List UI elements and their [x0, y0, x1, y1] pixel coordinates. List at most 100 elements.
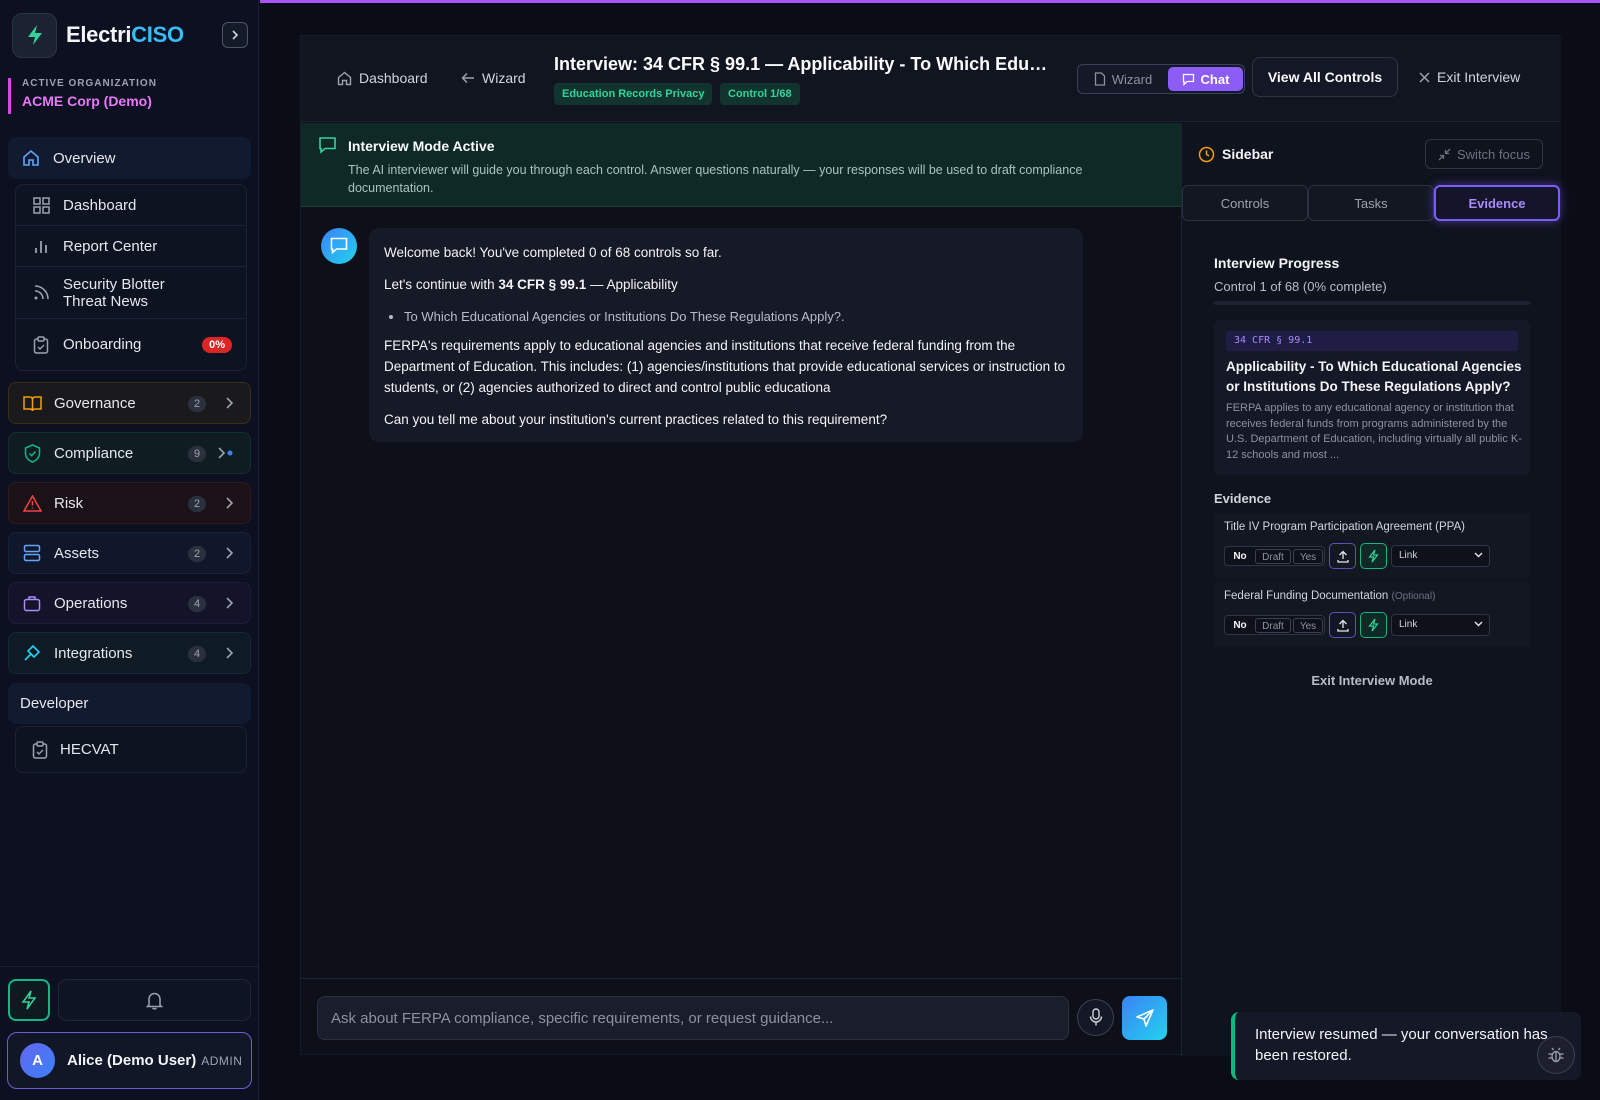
exit-interview-label: Exit Interview [1437, 69, 1521, 85]
status-yes-option[interactable]: Yes [1293, 549, 1323, 564]
sidebar-divider [0, 966, 259, 967]
notifications-button[interactable] [58, 979, 251, 1021]
page-title: Interview: 34 CFR § 99.1 — Applicability… [554, 54, 1054, 74]
assistant-avatar [321, 228, 357, 264]
banner-text: The AI interviewer will guide you throug… [348, 163, 1083, 195]
link-select-value: Link [1399, 619, 1418, 630]
book-icon [22, 393, 42, 413]
continue-control-code: 34 CFR § 99.1 [498, 277, 587, 292]
chat-input[interactable] [317, 996, 1069, 1040]
nav-security-blotter[interactable]: Security Blotter Threat News [16, 267, 246, 319]
nav-integrations[interactable]: Integrations 4 [8, 632, 251, 674]
user-name: Alice (Demo User) [67, 1052, 197, 1069]
microphone-icon [1089, 1008, 1102, 1026]
bug-icon [1548, 1047, 1564, 1063]
active-organization[interactable]: ACTIVE ORGANIZATION ACME Corp (Demo) [8, 78, 248, 114]
view-all-controls-button[interactable]: View All Controls [1252, 57, 1398, 97]
bolt-icon [1368, 618, 1379, 632]
nav-assets[interactable]: Assets 2 [8, 532, 251, 574]
upload-button[interactable] [1329, 543, 1356, 569]
nav-risk-label: Risk [54, 494, 84, 512]
switch-focus-button[interactable]: Switch focus [1425, 139, 1543, 169]
exit-interview-button[interactable]: Exit Interview [1419, 69, 1520, 85]
tab-evidence[interactable]: Evidence [1434, 185, 1560, 221]
dashboard-link-label: Dashboard [359, 70, 428, 86]
progress-subtitle: Control 1 of 68 (0% complete) [1214, 279, 1387, 294]
overview-submenu: Dashboard Report Center Security Blotter… [15, 184, 247, 371]
message-body: FERPA's requirements apply to educationa… [384, 338, 1066, 395]
wizard-back-link[interactable]: Wizard [461, 70, 526, 86]
dashboard-link[interactable]: Dashboard [337, 70, 428, 86]
status-draft-option[interactable]: Draft [1255, 618, 1291, 633]
message-bullet: To Which Educational Agencies or Institu… [404, 306, 1068, 327]
evidence-name: Federal Funding Documentation (Optional) [1224, 590, 1435, 602]
nav-overview[interactable]: Overview [8, 137, 251, 179]
progress-title: Interview Progress [1214, 255, 1340, 271]
send-button[interactable] [1122, 996, 1167, 1040]
exit-interview-mode-button[interactable]: Exit Interview Mode [1214, 673, 1530, 688]
mode-wizard-label: Wizard [1111, 71, 1153, 87]
tab-tasks[interactable]: Tasks [1308, 185, 1434, 221]
brand: ElectriCISO [12, 12, 248, 58]
evidence-optional-label: (Optional) [1391, 591, 1436, 602]
composer-divider [301, 978, 1181, 979]
brand-name-accent: CISO [131, 22, 184, 47]
mode-chat-button[interactable]: Chat [1168, 67, 1243, 91]
user-card[interactable]: A Alice (Demo User) ADMIN [7, 1032, 252, 1089]
chat-bubble-icon [330, 237, 348, 255]
nav-hecvat[interactable]: HECVAT [15, 726, 247, 773]
status-draft-option[interactable]: Draft [1255, 549, 1291, 564]
status-yes-option[interactable]: Yes [1293, 618, 1323, 633]
send-icon [1135, 1009, 1154, 1027]
link-select[interactable]: Link [1391, 614, 1490, 636]
tab-controls[interactable]: Controls [1182, 185, 1308, 221]
upload-button[interactable] [1329, 612, 1356, 638]
evidence-item: Title IV Program Participation Agreement… [1214, 513, 1530, 578]
chevron-right-icon [226, 497, 234, 509]
link-select[interactable]: Link [1391, 545, 1490, 567]
switch-focus-label: Switch focus [1457, 146, 1530, 162]
logo-bolt-icon[interactable] [12, 12, 57, 58]
nav-report-center[interactable]: Report Center [16, 226, 246, 267]
quick-action-bolt-button[interactable] [8, 979, 50, 1021]
collapse-sidebar-button[interactable] [222, 22, 248, 48]
nav-developer[interactable]: Developer [8, 683, 251, 724]
top-accent-line [260, 0, 1600, 3]
status-no-option[interactable]: No [1227, 549, 1253, 564]
security-blotter-line1: Security Blotter [63, 275, 165, 293]
banner-title: Interview Mode Active [348, 138, 495, 154]
chevron-right-icon [226, 647, 234, 659]
mode-toggle: Wizard Chat [1077, 64, 1245, 94]
nav-report-center-label: Report Center [63, 237, 158, 255]
nav-operations[interactable]: Operations 4 [8, 582, 251, 624]
minimize-icon [1438, 148, 1451, 160]
status-no-option[interactable]: No [1227, 618, 1253, 633]
continue-suffix: — Applicability [586, 277, 678, 292]
org-name: ACME Corp (Demo) [22, 93, 152, 109]
security-blotter-line2: Threat News [63, 292, 149, 310]
nav-onboarding[interactable]: Onboarding 0% [16, 319, 246, 370]
bug-report-button[interactable] [1537, 1036, 1575, 1074]
risk-count: 2 [188, 496, 206, 512]
nav-risk[interactable]: Risk 2 [8, 482, 251, 524]
plug-icon [22, 643, 42, 663]
evidence-item: Federal Funding Documentation (Optional)… [1214, 582, 1530, 647]
nav-assets-label: Assets [54, 544, 100, 562]
upload-icon [1336, 619, 1349, 632]
mode-wizard-button[interactable]: Wizard [1080, 67, 1166, 91]
governance-count: 2 [188, 396, 206, 412]
evidence-name-text: Federal Funding Documentation [1224, 590, 1389, 602]
voice-input-button[interactable] [1077, 999, 1114, 1036]
nav-governance[interactable]: Governance 2 [8, 382, 251, 424]
progress-bar [1214, 301, 1530, 305]
auto-collect-button[interactable] [1360, 543, 1387, 569]
nav-hecvat-label: HECVAT [60, 741, 119, 758]
nav-compliance[interactable]: Compliance 9 [8, 432, 251, 474]
upload-icon [1336, 550, 1349, 563]
auto-collect-button[interactable] [1360, 612, 1387, 638]
message-bullets: To Which Educational Agencies or Institu… [404, 306, 1068, 327]
chevron-right-icon [226, 597, 234, 609]
nav-dashboard[interactable]: Dashboard [16, 185, 246, 226]
toast-notification: Interview resumed — your conversation ha… [1231, 1012, 1581, 1080]
close-icon [1419, 71, 1430, 83]
